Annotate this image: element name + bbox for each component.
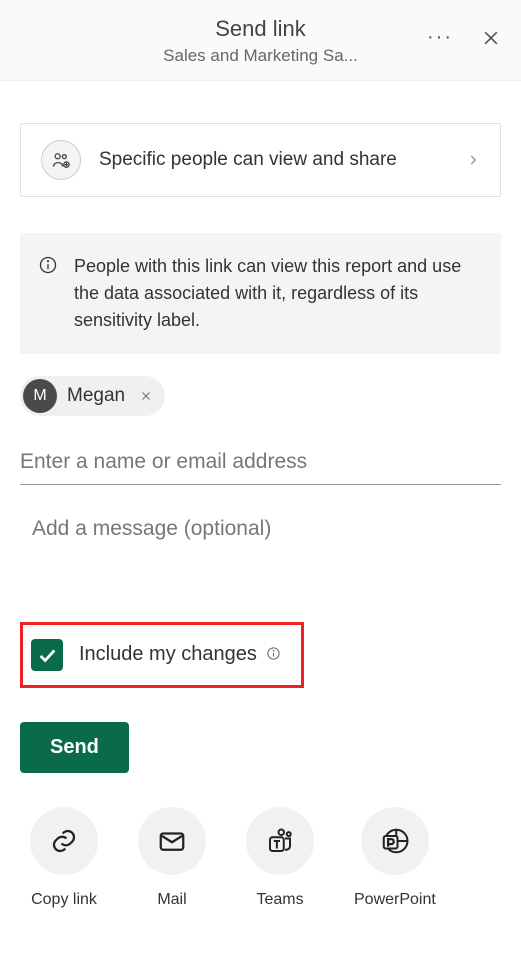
powerpoint-icon bbox=[361, 807, 429, 875]
dialog-header: Send link Sales and Marketing Sa... ··· bbox=[0, 0, 521, 81]
include-changes-checkbox[interactable] bbox=[31, 639, 63, 671]
teams-icon bbox=[246, 807, 314, 875]
share-copy-link[interactable]: Copy link bbox=[30, 807, 98, 909]
close-icon[interactable] bbox=[481, 28, 501, 48]
include-changes-label: Include my changes bbox=[79, 643, 281, 666]
send-button[interactable]: Send bbox=[20, 722, 129, 773]
include-changes-row[interactable]: Include my changes bbox=[20, 622, 304, 688]
share-mail[interactable]: Mail bbox=[138, 807, 206, 909]
recipient-input[interactable] bbox=[20, 438, 501, 485]
share-label: Teams bbox=[246, 891, 314, 909]
chevron-right-icon bbox=[466, 153, 480, 167]
more-icon[interactable]: ··· bbox=[427, 26, 453, 49]
link-icon bbox=[30, 807, 98, 875]
permission-label: Specific people can view and share bbox=[99, 149, 466, 171]
sensitivity-info-box: People with this link can view this repo… bbox=[20, 233, 501, 354]
share-label: PowerPoint bbox=[354, 891, 436, 909]
share-label: Copy link bbox=[30, 891, 98, 909]
share-powerpoint[interactable]: PowerPoint bbox=[354, 807, 436, 909]
share-label: Mail bbox=[138, 891, 206, 909]
info-icon[interactable] bbox=[266, 644, 281, 667]
info-text: People with this link can view this repo… bbox=[74, 253, 477, 334]
recipient-name: Megan bbox=[67, 385, 125, 407]
avatar: M bbox=[23, 379, 57, 413]
info-icon bbox=[38, 253, 58, 334]
message-input[interactable] bbox=[20, 485, 501, 605]
permission-settings-row[interactable]: Specific people can view and share bbox=[20, 123, 501, 197]
mail-icon bbox=[138, 807, 206, 875]
recipient-chips: M Megan bbox=[20, 376, 501, 416]
people-icon bbox=[41, 140, 81, 180]
dialog-subtitle: Sales and Marketing Sa... bbox=[20, 46, 501, 66]
share-options-row: Copy link Mail Teams bbox=[20, 807, 501, 909]
recipient-chip[interactable]: M Megan bbox=[20, 376, 165, 416]
header-actions: ··· bbox=[427, 26, 501, 49]
remove-recipient-icon[interactable] bbox=[139, 389, 153, 403]
share-teams[interactable]: Teams bbox=[246, 807, 314, 909]
